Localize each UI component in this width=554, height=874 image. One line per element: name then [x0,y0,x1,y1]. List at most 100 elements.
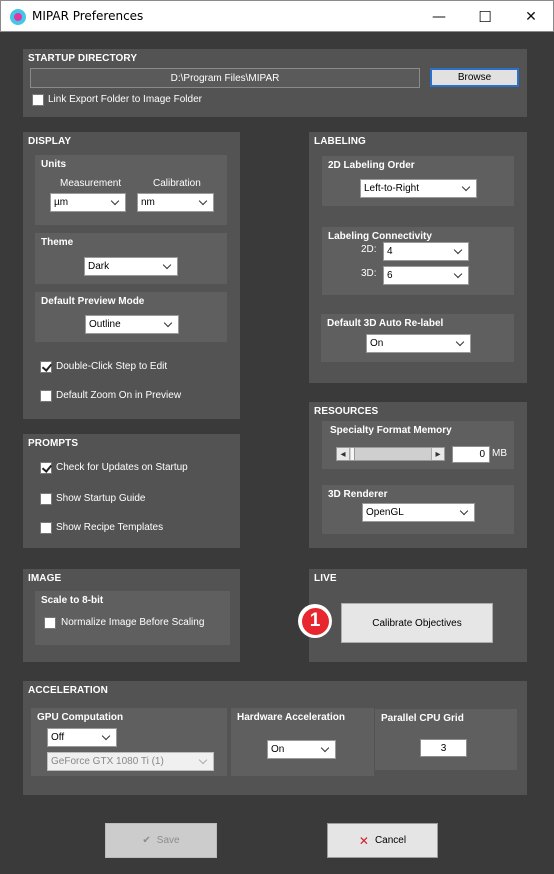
chevron-down-icon [198,756,210,768]
theme-title: Theme [41,237,74,248]
renderer-group: 3D Renderer OpenGL [322,485,514,534]
theme-group: Theme Dark [35,233,227,284]
save-button[interactable]: ✔ Save [105,823,217,858]
hardware-acceleration-group: Hardware Acceleration On [231,708,374,776]
image-title: IMAGE [28,573,62,584]
prompts-panel: PROMPTS Check for Updates on Startup Sho… [23,434,240,548]
auto-relabel-group: Default 3D Auto Re-label On [321,314,514,362]
labeling-panel: LABELING 2D Labeling Order Left-to-Right… [309,132,527,383]
connectivity-2d-label: 2D: [361,244,377,255]
preview-mode-group: Default Preview Mode Outline [35,292,227,342]
image-panel: IMAGE Scale to 8-bit Normalize Image Bef… [23,569,240,662]
acceleration-title: ACCELERATION [28,685,108,696]
auto-relabel-select[interactable]: On [366,334,471,353]
chevron-down-icon [453,246,465,258]
chevron-down-icon [101,732,113,744]
slider-left-arrow-icon[interactable]: ◂ [337,448,350,460]
slider-thumb[interactable] [351,448,355,460]
double-click-checkbox[interactable] [40,361,52,373]
window-title: MIPAR Preferences [32,9,144,23]
theme-value: Dark [88,261,110,272]
link-export-label: Link Export Folder to Image Folder [48,94,202,105]
calibration-value: nm [141,197,155,208]
gpu-device-value: GeForce GTX 1080 Ti (1) [51,756,164,767]
memory-slider[interactable]: ◂ ▸ [336,447,445,461]
auto-relabel-title: Default 3D Auto Re-label [327,318,444,329]
auto-relabel-value: On [370,338,384,349]
live-title: LIVE [314,573,337,584]
hardware-acceleration-select[interactable]: On [267,740,336,759]
hardware-acceleration-title: Hardware Acceleration [237,712,346,723]
connectivity-2d-select[interactable]: 4 [383,242,469,261]
startup-directory-title: STARTUP DIRECTORY [28,53,138,64]
preview-mode-select[interactable]: Outline [85,315,179,334]
link-export-checkbox[interactable] [32,94,44,106]
gpu-device-select[interactable]: GeForce GTX 1080 Ti (1) [47,752,214,771]
chevron-down-icon [453,270,465,282]
preview-mode-title: Default Preview Mode [41,296,145,307]
gpu-computation-group: GPU Computation Off GeForce GTX 1080 Ti … [31,708,227,776]
renderer-select[interactable]: OpenGL [362,503,475,522]
cpu-grid-input[interactable]: 3 [420,739,467,757]
format-memory-group: Specialty Format Memory ◂ ▸ 0 MB [322,421,514,469]
memory-unit: MB [492,448,507,459]
cpu-grid-group: Parallel CPU Grid 3 [375,709,517,770]
startup-path-field[interactable]: D:\Program Files\MIPAR [30,68,420,88]
cancel-button[interactable]: ✕ Cancel [327,823,438,858]
units-title: Units [41,159,66,170]
startup-guide-checkbox[interactable] [40,493,52,505]
double-click-label: Double-Click Step to Edit [56,361,168,372]
mipar-logo-icon [10,9,26,25]
hardware-acceleration-value: On [271,744,285,755]
measurement-label: Measurement [60,178,122,189]
format-memory-title: Specialty Format Memory [330,425,452,436]
save-button-label: Save [156,835,180,846]
maximize-button[interactable]: ☐ [462,1,508,32]
startup-directory-panel: STARTUP DIRECTORY D:\Program Files\MIPAR… [23,49,527,117]
gpu-computation-select[interactable]: Off [47,728,117,747]
minimize-button[interactable]: — [416,1,462,32]
memory-input[interactable]: 0 [452,446,490,463]
default-zoom-label: Default Zoom On in Preview [56,390,182,401]
units-group: Units Measurement Calibration µm nm [35,155,227,225]
labeling-title: LABELING [314,136,366,147]
gpu-computation-value: Off [51,732,65,743]
slider-right-arrow-icon[interactable]: ▸ [431,448,444,460]
normalize-image-label: Normalize Image Before Scaling [61,617,205,628]
title-bar: MIPAR Preferences — ☐ ✕ [0,0,554,32]
chevron-down-icon [163,319,175,331]
cpu-grid-title: Parallel CPU Grid [381,713,464,724]
labeling-connectivity-group: Labeling Connectivity 2D: 4 3D: 6 [322,227,514,295]
chevron-down-icon [455,338,467,350]
calibrate-objectives-button[interactable]: Calibrate Objectives [341,603,493,643]
connectivity-3d-value: 6 [387,270,393,281]
labeling-order-group: 2D Labeling Order Left-to-Right [322,156,514,206]
recipe-templates-checkbox[interactable] [40,522,52,534]
close-button[interactable]: ✕ [508,1,554,32]
check-updates-label: Check for Updates on Startup [56,462,188,473]
display-panel: DISPLAY Units Measurement Calibration µm… [23,132,240,419]
theme-select[interactable]: Dark [84,257,178,276]
measurement-select[interactable]: µm [50,193,126,212]
connectivity-3d-select[interactable]: 6 [383,266,469,285]
default-zoom-checkbox[interactable] [40,390,52,402]
acceleration-panel: ACCELERATION GPU Computation Off GeForce… [23,681,527,795]
chevron-down-icon [461,183,473,195]
chevron-down-icon [198,197,210,209]
browse-button[interactable]: Browse [430,68,519,87]
labeling-order-select[interactable]: Left-to-Right [360,179,477,198]
labeling-connectivity-title: Labeling Connectivity [328,231,432,242]
measurement-value: µm [54,197,69,208]
chevron-down-icon [459,507,471,519]
calibration-select[interactable]: nm [137,193,214,212]
chevron-down-icon [320,744,332,756]
callout-marker: 1 [298,604,332,638]
normalize-image-checkbox[interactable] [44,617,56,629]
prompts-title: PROMPTS [28,438,79,449]
resources-panel: RESOURCES Specialty Format Memory ◂ ▸ 0 … [309,402,527,548]
scale-8bit-group: Scale to 8-bit Normalize Image Before Sc… [35,591,230,645]
scale-8bit-title: Scale to 8-bit [41,595,104,606]
check-updates-checkbox[interactable] [40,462,52,474]
labeling-order-value: Left-to-Right [364,183,420,194]
live-panel: LIVE Calibrate Objectives [309,569,527,662]
